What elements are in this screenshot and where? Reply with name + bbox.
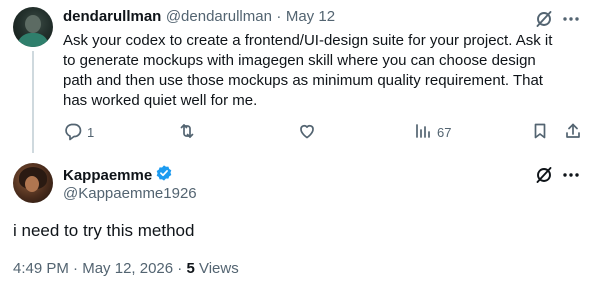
author-avatar[interactable] bbox=[13, 7, 53, 47]
author-name[interactable]: dendarullman bbox=[63, 8, 161, 25]
like-icon bbox=[297, 121, 317, 144]
tweet-date[interactable]: May 12 bbox=[286, 8, 335, 25]
thread-connector-line bbox=[32, 51, 34, 153]
reply-views-label: Views bbox=[198, 260, 239, 277]
retweet-button[interactable] bbox=[177, 121, 197, 144]
avatar-face bbox=[25, 15, 41, 33]
meta-separator: · bbox=[177, 260, 183, 277]
avatar-shirt bbox=[17, 33, 49, 47]
meta-separator: · bbox=[73, 260, 79, 277]
reply-author-handle[interactable]: @Kappaemme1926 bbox=[63, 185, 197, 202]
avatar-face bbox=[25, 176, 39, 192]
views-count: 67 bbox=[437, 125, 452, 140]
reply-author-name-row: Kappaemme bbox=[63, 164, 173, 186]
reply-views-count: 5 bbox=[186, 260, 195, 277]
reply-text: i need to try this method bbox=[13, 221, 195, 240]
views-icon bbox=[413, 121, 433, 144]
header-separator: · bbox=[276, 8, 282, 25]
reply-count: 1 bbox=[87, 125, 95, 140]
reply-date[interactable]: May 12, 2026 bbox=[82, 260, 173, 277]
grok-icon[interactable] bbox=[534, 9, 554, 29]
retweet-icon bbox=[177, 121, 197, 144]
more-icon[interactable] bbox=[561, 9, 581, 29]
share-button[interactable] bbox=[563, 121, 583, 144]
reply-author-avatar[interactable] bbox=[13, 163, 53, 203]
reply-button[interactable]: 1 bbox=[63, 121, 94, 144]
more-icon[interactable] bbox=[561, 165, 581, 185]
like-button[interactable] bbox=[297, 121, 317, 144]
reply-author-name[interactable]: Kappaemme bbox=[63, 167, 152, 184]
reply-icon bbox=[63, 121, 83, 144]
tweet-header: dendarullman @dendarullman · May 12 bbox=[63, 8, 335, 26]
share-icon bbox=[563, 121, 583, 144]
reply-time[interactable]: 4:49 PM bbox=[13, 260, 69, 277]
grok-icon[interactable] bbox=[534, 165, 554, 185]
verified-badge-icon bbox=[155, 164, 173, 186]
reply-meta: 4:49 PM · May 12, 2026 · 5 Views bbox=[13, 260, 239, 277]
tweet-text: Ask your codex to create a frontend/UI-d… bbox=[63, 32, 553, 109]
author-handle[interactable]: @dendarullman bbox=[166, 8, 272, 25]
views-button[interactable]: 67 bbox=[413, 121, 451, 144]
bookmark-icon bbox=[530, 121, 550, 144]
bookmark-button[interactable] bbox=[530, 121, 550, 144]
